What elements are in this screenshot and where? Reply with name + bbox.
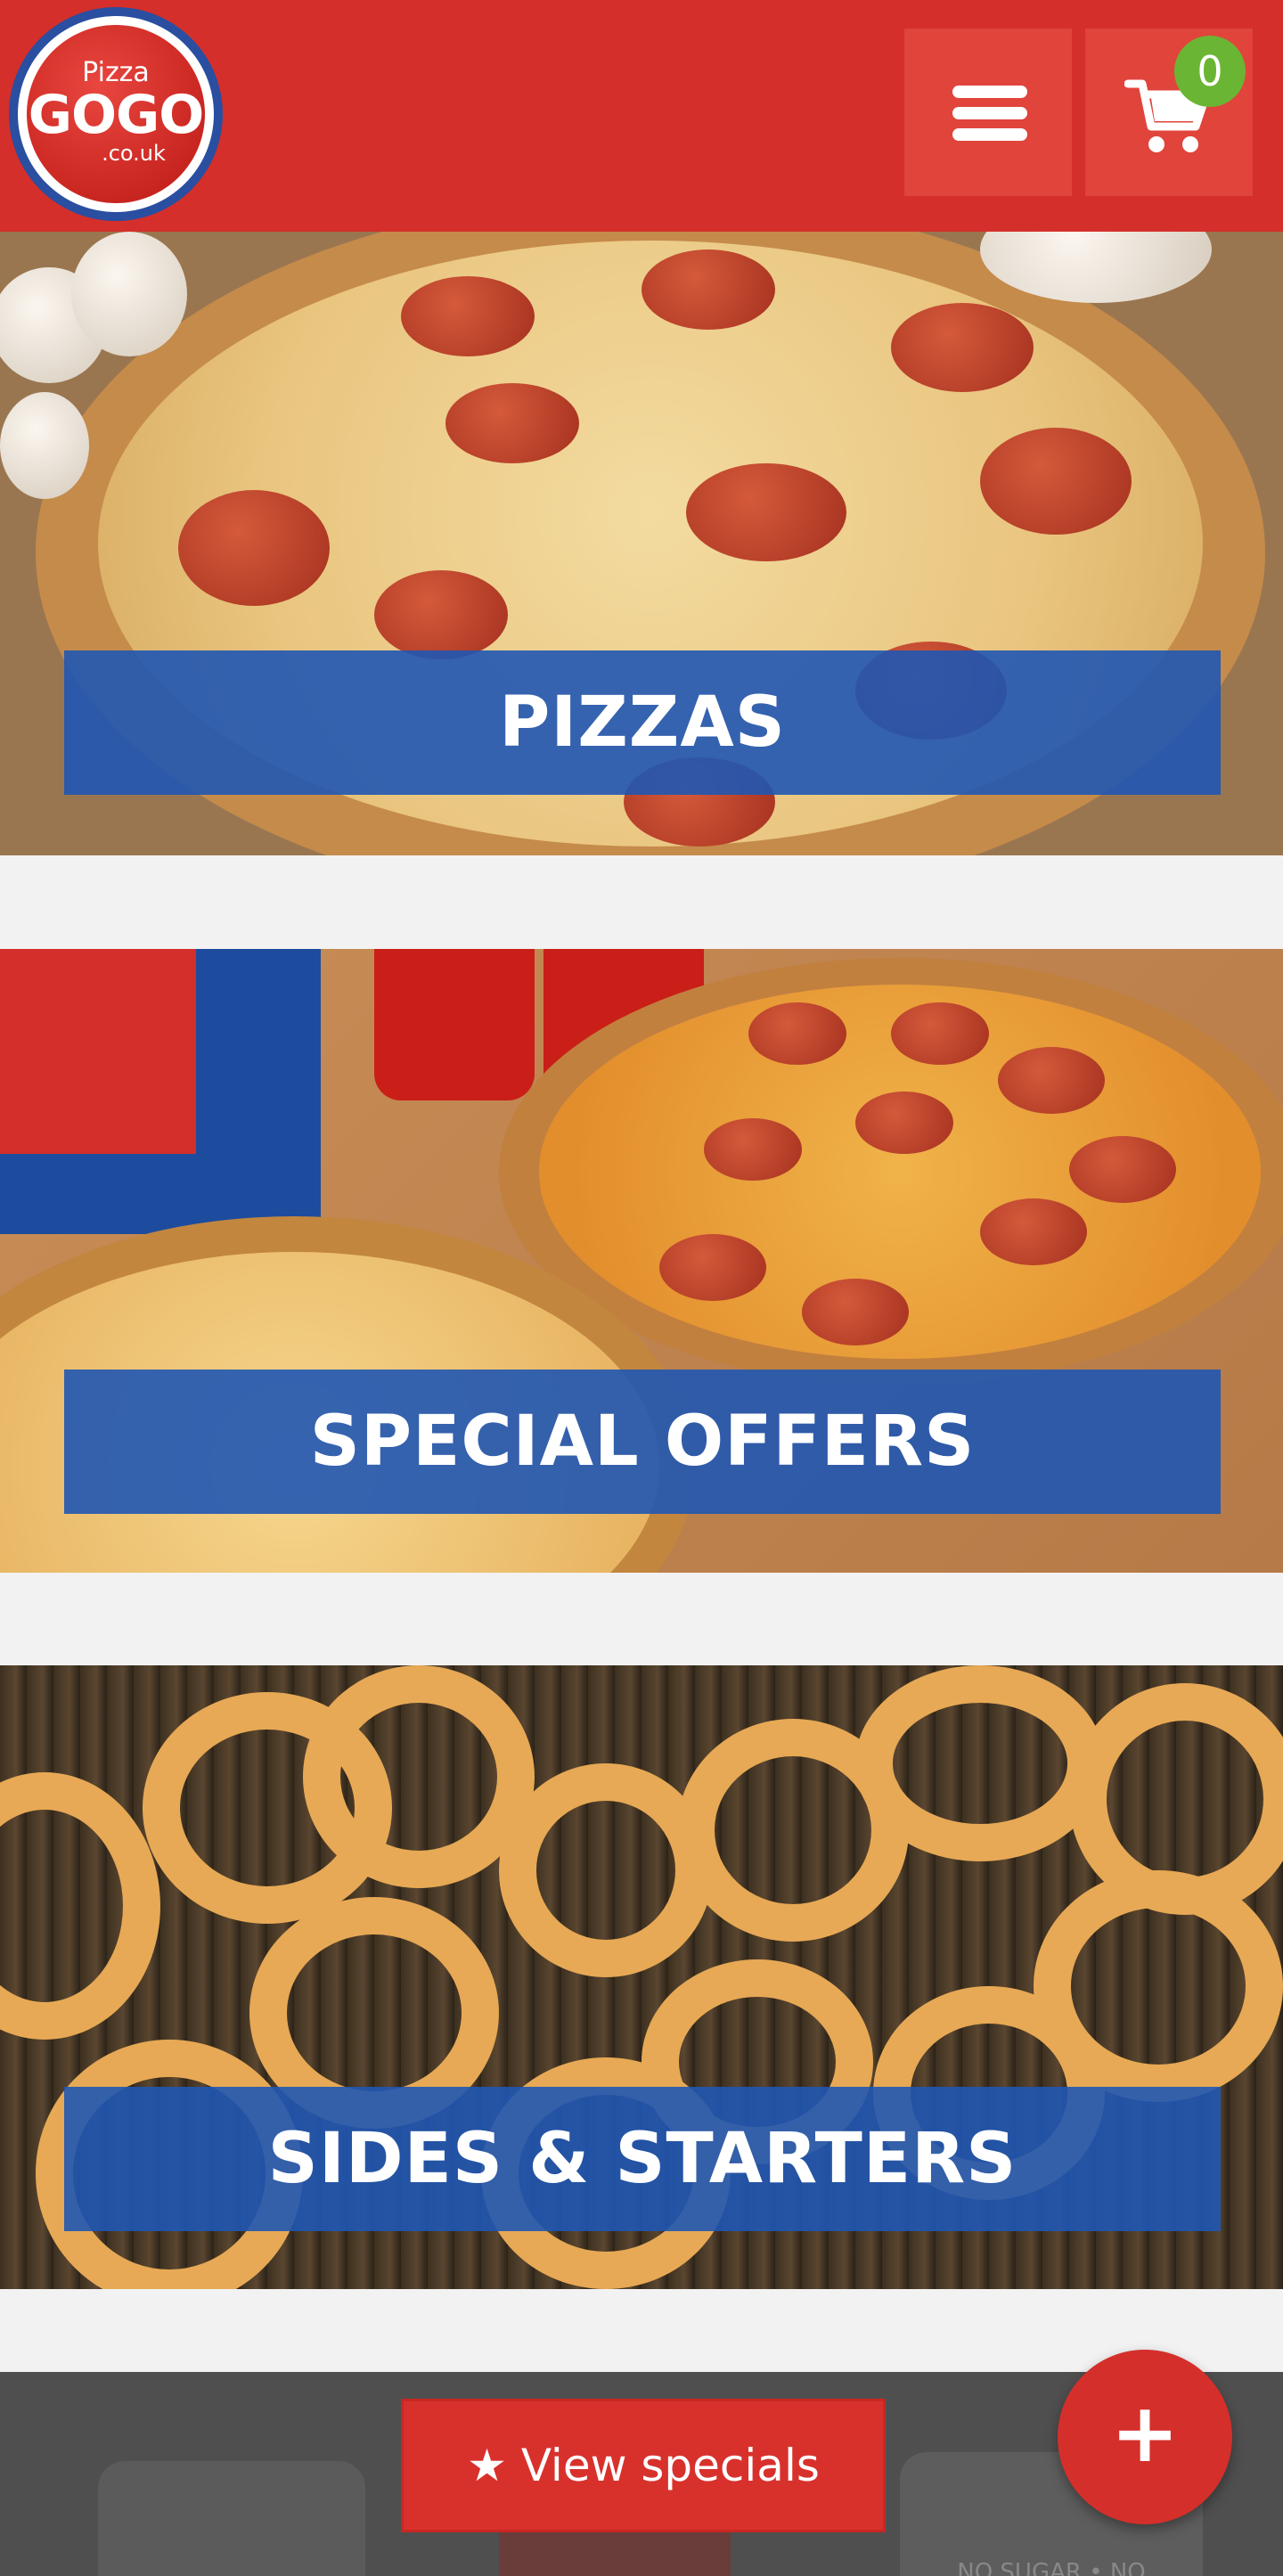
logo-text-gogo: GOGO xyxy=(28,84,205,146)
drink-can-image xyxy=(98,2461,365,2576)
pizza-gogo-logo[interactable]: Pizza GOGO .co.uk xyxy=(9,7,223,221)
cart-count-badge: 0 xyxy=(1174,36,1246,107)
add-floating-button[interactable]: + xyxy=(1058,2350,1232,2524)
category-tile-sides-starters[interactable]: SIDES & STARTERS xyxy=(0,1665,1283,2289)
menu-button[interactable] xyxy=(904,29,1072,196)
category-label-sides-starters: SIDES & STARTERS xyxy=(64,2087,1221,2231)
category-label-special-offers: SPECIAL OFFERS xyxy=(64,1370,1221,1514)
view-specials-button[interactable]: ★ View specials xyxy=(401,2399,886,2532)
drink-can-text: NO SUGAR • NO CALORIES xyxy=(957,2559,1146,2576)
category-label-pizzas: PIZZAS xyxy=(64,650,1221,795)
site-header: Pizza GOGO .co.uk 0 xyxy=(0,0,1283,232)
category-tile-pizzas[interactable]: PIZZAS xyxy=(0,232,1283,855)
hamburger-menu-icon xyxy=(952,86,1027,141)
logo-text-domain: .co.uk xyxy=(102,141,166,166)
category-tile-special-offers[interactable]: SPECIAL OFFERS xyxy=(0,949,1283,1573)
